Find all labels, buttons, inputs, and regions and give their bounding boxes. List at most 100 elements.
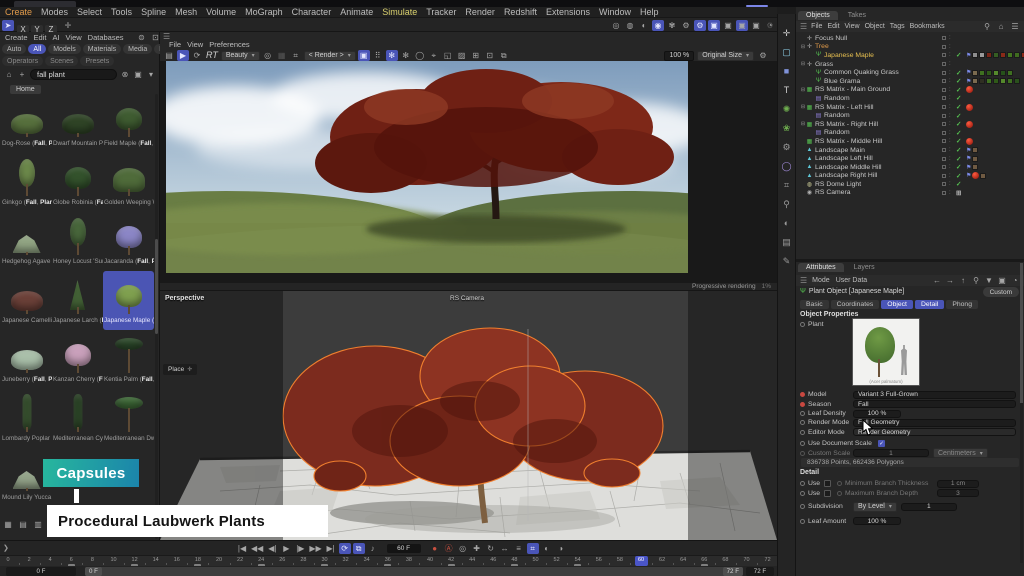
render-settings-icon[interactable]: ▤ bbox=[163, 50, 175, 61]
enabled-check-icon[interactable]: ✓ bbox=[956, 77, 961, 85]
play-icon[interactable]: ▶ bbox=[280, 543, 292, 554]
editor-mode-dropdown[interactable]: Render Geometry bbox=[853, 428, 1016, 436]
snowflake2-icon[interactable]: ✻ bbox=[400, 50, 412, 61]
menu-mesh[interactable]: Mesh bbox=[175, 7, 197, 17]
model-dropdown[interactable]: Variant 3 Full-Grown bbox=[853, 391, 1016, 399]
frame-tool-icon[interactable]: ▢ bbox=[781, 47, 793, 58]
plant-item-field-maple[interactable]: Field Maple (Fall, Plant) bbox=[103, 94, 154, 153]
attr-menu-user-data[interactable]: User Data bbox=[836, 277, 868, 284]
visibility-dots[interactable]: : bbox=[949, 35, 951, 41]
keyframe-icon[interactable]: ◎ bbox=[457, 543, 469, 554]
render-menu-file[interactable]: File bbox=[169, 40, 181, 49]
circle-icon[interactable]: ◯ bbox=[780, 161, 792, 172]
visibility-box[interactable] bbox=[942, 165, 946, 169]
simulate-gear-icon[interactable]: ⚙ bbox=[694, 20, 706, 31]
material-chip[interactable] bbox=[979, 78, 985, 84]
next-key-icon[interactable]: ▶▶ bbox=[308, 543, 322, 554]
keyframe-dot[interactable] bbox=[800, 392, 805, 397]
prev-key-icon[interactable]: ◀◀ bbox=[250, 543, 264, 554]
redshift-material-chip[interactable] bbox=[966, 121, 973, 128]
menu-create[interactable]: Create bbox=[5, 7, 32, 17]
section-tab-phong[interactable]: Phong bbox=[946, 300, 978, 309]
material-chip[interactable] bbox=[993, 70, 999, 76]
range-end-handle[interactable]: 72 F bbox=[723, 567, 743, 576]
object-row-random[interactable]: ▤Random:✓ bbox=[796, 94, 1024, 103]
flag-tag-icon[interactable]: ⚑ bbox=[966, 147, 971, 154]
snap-icon[interactable]: ◎ bbox=[610, 20, 622, 31]
visibility-dots[interactable]: : bbox=[949, 104, 951, 110]
plant-item-ginkgo[interactable]: Ginkgo (Fall, Plant) bbox=[1, 153, 52, 212]
om-menu-view[interactable]: View bbox=[845, 23, 860, 30]
zoom-field[interactable]: 100 % bbox=[664, 51, 694, 61]
plant-preview-thumbnail[interactable]: (Acer palmatum) bbox=[852, 318, 920, 386]
up-icon[interactable]: ↑ bbox=[957, 275, 969, 286]
visibility-box[interactable] bbox=[942, 79, 946, 83]
home-icon[interactable]: ⌂ bbox=[995, 21, 1007, 32]
range-start-handle[interactable]: 0 F bbox=[85, 567, 102, 576]
section-tab-object[interactable]: Object bbox=[881, 300, 913, 309]
object-row-japanese-maple[interactable]: ΨJapanese Maple:✓⚑ bbox=[796, 51, 1024, 60]
menu-help[interactable]: Help bbox=[640, 7, 659, 17]
breadcrumb-home[interactable]: Home bbox=[10, 85, 41, 94]
object-row-blue-grama[interactable]: ΨBlue Grama:✓⚑ bbox=[796, 77, 1024, 86]
object-row-rs-matrix-middle-hill[interactable]: ▦RS Matrix - Middle Hill:✓ bbox=[796, 137, 1024, 146]
visibility-box[interactable] bbox=[942, 191, 946, 195]
sound-icon[interactable]: ♪ bbox=[367, 543, 379, 554]
visibility-dots[interactable]: : bbox=[949, 181, 951, 187]
filter-icon[interactable]: ▼ bbox=[983, 275, 995, 286]
compare-icon[interactable]: ⊡ bbox=[484, 50, 496, 61]
scale-icon[interactable]: ↔ bbox=[499, 543, 511, 554]
subdivision-mode-dropdown[interactable]: By Level▾ bbox=[853, 502, 897, 512]
material-chip[interactable] bbox=[986, 70, 992, 76]
pixel-icon[interactable]: ⠿ bbox=[372, 50, 384, 61]
visibility-dots[interactable]: : bbox=[949, 44, 951, 50]
expand-icon[interactable]: ◱ bbox=[442, 50, 454, 61]
clear-icon[interactable]: ⊗ bbox=[119, 69, 131, 80]
plant-item-honey-locust-sunbur[interactable]: Honey Locust 'Sunbur... bbox=[52, 212, 103, 271]
move-tool-icon[interactable]: ✛ bbox=[781, 28, 793, 39]
om-menu-bookmarks[interactable]: Bookmarks bbox=[910, 23, 945, 30]
loop-icon[interactable]: ⟳ bbox=[339, 543, 351, 554]
menu-extensions[interactable]: Extensions bbox=[546, 7, 590, 17]
viewport-view-label[interactable]: Perspective bbox=[165, 295, 204, 302]
panel-tab-attributes[interactable]: Attributes bbox=[798, 263, 844, 272]
render-menu-view[interactable]: View bbox=[187, 40, 203, 49]
render-mode-dropdown[interactable]: Full Geometry bbox=[853, 419, 1016, 427]
material-chip[interactable] bbox=[972, 164, 978, 170]
menu-tracker[interactable]: Tracker bbox=[426, 7, 456, 17]
redshift-material-chip[interactable] bbox=[966, 104, 973, 111]
range-slider[interactable]: 0 F 72 F bbox=[85, 567, 743, 576]
asset-menu-edit[interactable]: Edit bbox=[34, 33, 47, 42]
redshift-material-chip[interactable] bbox=[972, 172, 979, 179]
enabled-check-icon[interactable]: ✓ bbox=[956, 155, 961, 163]
anim-dot[interactable] bbox=[800, 322, 805, 327]
enabled-check-icon[interactable]: ✓ bbox=[956, 112, 961, 120]
object-row-landscape-right-hill[interactable]: ▲Landscape Right Hill:✓⚑ bbox=[796, 172, 1024, 181]
material-chip[interactable] bbox=[972, 147, 978, 153]
visibility-dots[interactable]: : bbox=[949, 138, 951, 144]
object-row-landscape-middle-hill[interactable]: ▲Landscape Middle Hill:✓⚑ bbox=[796, 163, 1024, 172]
visibility-dots[interactable]: : bbox=[949, 78, 951, 84]
snapshot-icon[interactable]: ◎ bbox=[262, 50, 274, 61]
enabled-check-icon[interactable]: ✓ bbox=[956, 94, 961, 102]
workplane-icon[interactable]: ◐ bbox=[638, 20, 650, 31]
redshift-material-chip[interactable] bbox=[966, 86, 973, 93]
material-chip[interactable] bbox=[986, 52, 992, 58]
enabled-check-icon[interactable]: ✓ bbox=[956, 180, 961, 188]
layout-c-icon[interactable]: ▣ bbox=[750, 20, 762, 31]
next-frame-icon[interactable]: |▶ bbox=[294, 543, 306, 554]
plant-item-japanese-maple[interactable]: Japanese Maple (Fall, ... bbox=[103, 271, 154, 330]
object-row-grass[interactable]: ⊟✛Grass: bbox=[796, 60, 1024, 69]
flag-tag-icon[interactable]: ⚑ bbox=[966, 78, 971, 85]
anim-dot[interactable] bbox=[800, 491, 805, 496]
object-row-landscape-main[interactable]: ▲Landscape Main:✓⚑ bbox=[796, 146, 1024, 155]
takes-icon[interactable]: ⧉ bbox=[353, 543, 365, 554]
plant-item-dog-rose[interactable]: Dog-Rose (Fall, Plant) bbox=[1, 94, 52, 153]
layout-b-icon[interactable]: ▣ bbox=[736, 20, 748, 31]
om-menu-tags[interactable]: Tags bbox=[890, 23, 905, 30]
home-icon[interactable]: ⌂ bbox=[3, 69, 15, 80]
visibility-box[interactable] bbox=[942, 114, 946, 118]
enabled-check-icon[interactable]: ✓ bbox=[956, 86, 961, 94]
half1-icon[interactable]: ◐ bbox=[541, 543, 553, 554]
plant-item-juneberry[interactable]: Juneberry (Fall, Plant) bbox=[1, 330, 52, 389]
